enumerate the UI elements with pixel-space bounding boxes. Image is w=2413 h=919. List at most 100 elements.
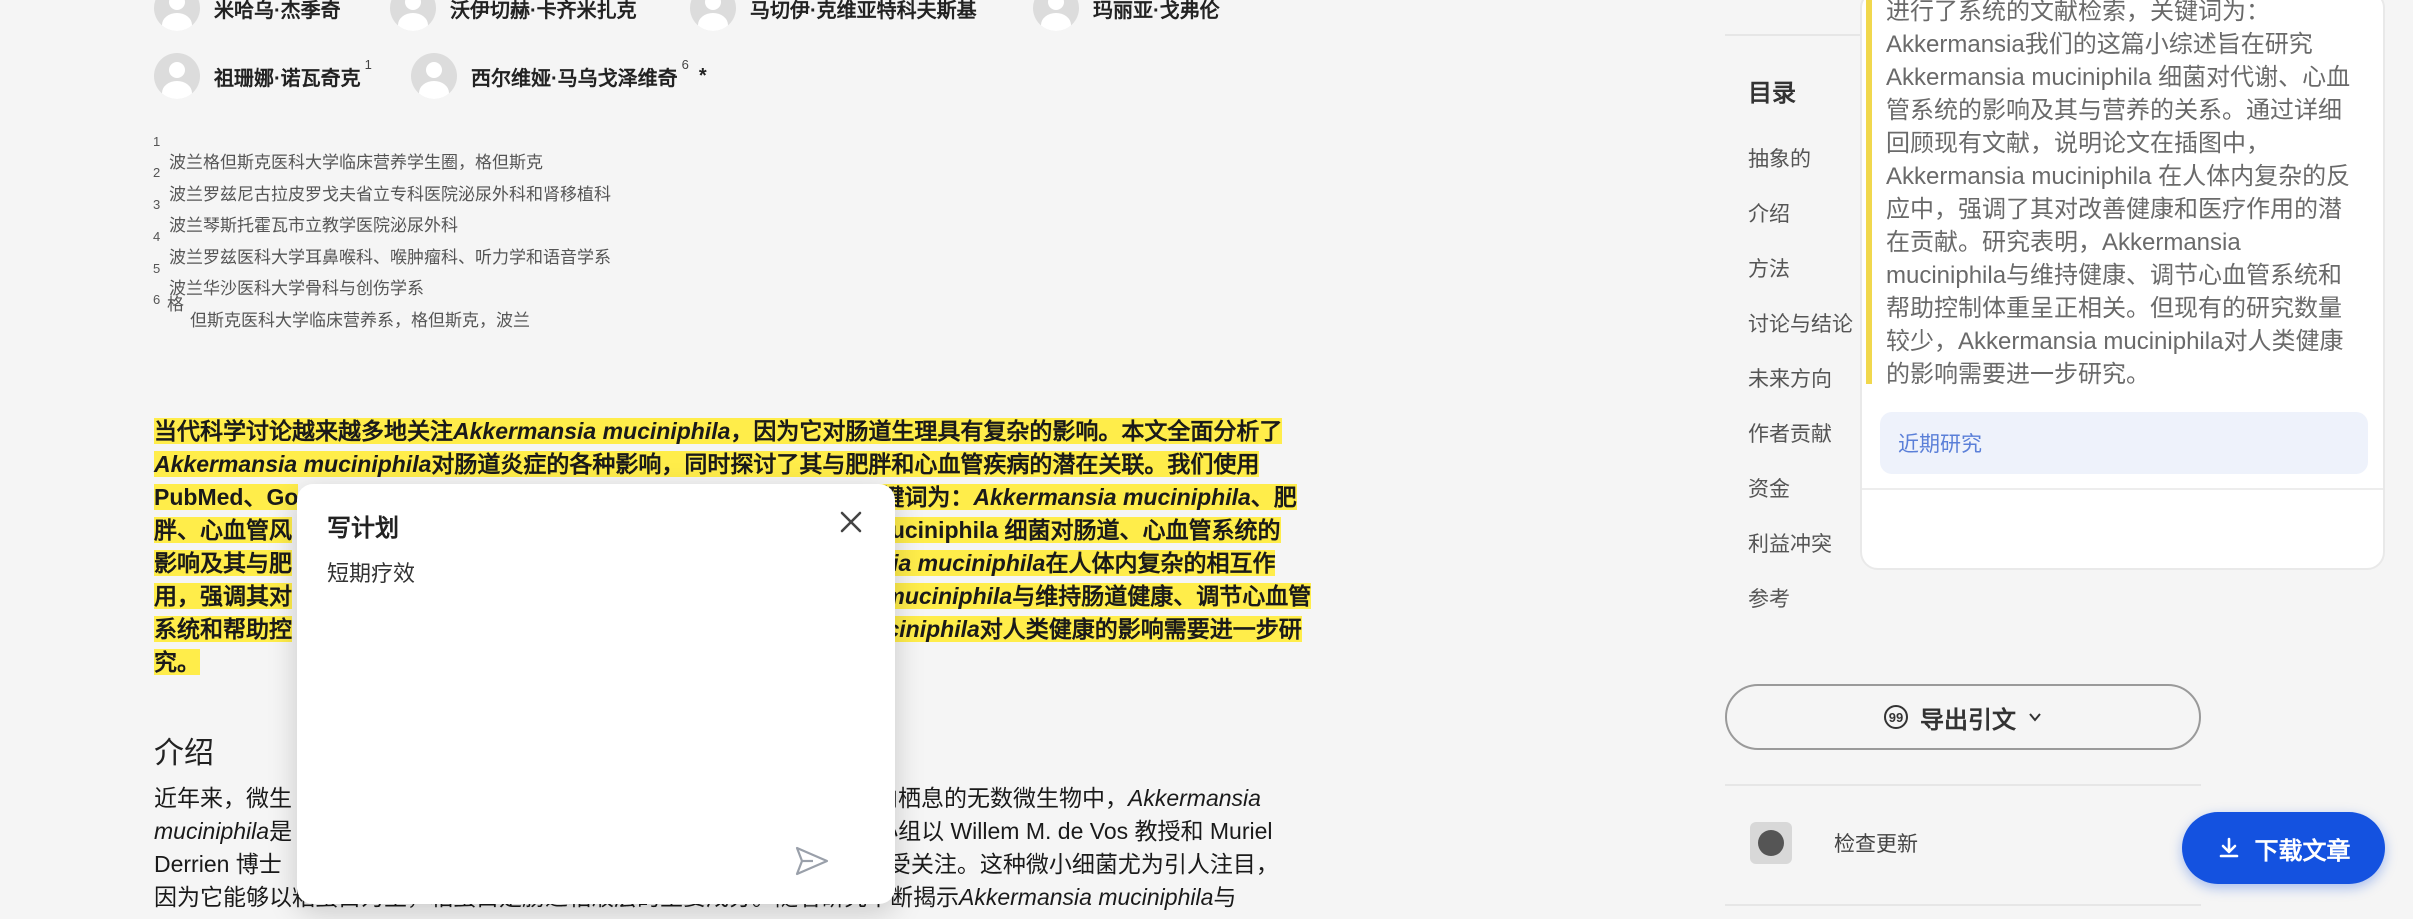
author-3[interactable]: 马切伊·克维亚特科夫斯基 [690,0,977,33]
toc-item-future-directions[interactable]: 未来方向 [1748,363,1832,393]
affiliation-number: 4 [153,229,161,244]
affiliation: 但斯克医科大学临床营养系，格但斯克，波兰 [190,311,530,330]
text-span: 与 [1213,884,1237,910]
avatar [1033,0,1079,31]
summary-line: 回顾现有文献，说明论文在插图中， [1886,130,2270,157]
author-1[interactable]: 米哈乌·杰季奇 [154,0,341,33]
affiliation: 波兰罗兹尼古拉皮罗戈夫省立专科医院泌尿外科和肾移植科 [169,185,611,204]
author-affiliation-sup: 1 [364,56,372,72]
quote-icon: 99 [1884,705,1908,729]
text-span: 是 [269,818,293,844]
ai-summary-card: 进行了系统的文献检索，关键词为： Akkermansia我们的这篇小综述旨在研究 A… [1860,0,2385,570]
toc-title: 目录 [1748,80,1796,107]
text-span: 对肠道炎症的各种影响，同时探讨了其与肥胖和心血管疾病的潜在关联。我们使用 [431,451,1260,477]
divider [1725,904,2201,906]
author-name: 玛丽亚·戈弗伦 [1093,0,1220,22]
summary-line: 在贡献。研究表明，Akkermansia [1886,229,2241,256]
affiliation-number: 1 [153,134,161,149]
affiliation: 波兰罗兹医科大学耳鼻喉科、喉肿瘤科、听力学和语音学系 [169,248,611,267]
affiliation: 格 [167,295,184,314]
text-span: Derrien 博士 [154,851,282,877]
text-span: PubMed、Go [154,484,299,510]
species-name: Akkermansia muciniphila [154,451,432,477]
check-updates-label: 检查更新 [1834,833,1918,856]
summary-line: 进行了系统的文献检索，关键词为： [1886,0,2270,25]
affiliation: 波兰格但斯克医科大学临床营养学生圈，格但斯克 [169,153,543,172]
avatar [154,0,200,31]
toc-item-discussion[interactable]: 讨论与结论 [1748,308,1853,338]
author-4[interactable]: 玛丽亚·戈弗伦 [1033,0,1220,33]
export-citation-button[interactable]: 99 导出引文 [1725,684,2201,750]
divider [1862,488,2383,490]
text-span: 与维持肠道健康、调节心血管 [1012,583,1312,609]
toc-item-author-contributions[interactable]: 作者贡献 [1748,418,1832,448]
write-plan-popup: 写计划 短期疗效 [297,484,895,904]
summary-line: 帮助控制体重呈正相关。但现有的研究数量 [1886,295,2342,322]
affiliation-number: 6 [153,292,161,307]
check-for-updates[interactable]: 检查更新 [1750,822,1918,864]
text-span: 胖、心血管风 [154,517,292,543]
avatar [690,0,736,31]
summary-line: Akkermansia muciniphila 在人体内复杂的反 [1886,163,2351,190]
text-span: 用，强调其对 [154,583,292,609]
popup-title: 写计划 [327,515,399,542]
author-2[interactable]: 沃伊切赫·卡齐米扎克 [390,0,637,33]
toc-item-introduction[interactable]: 介绍 [1748,198,1790,228]
toc-item-abstract[interactable]: 抽象的 [1748,143,1811,173]
text-span: 影响及其与肥 [154,550,292,576]
species-name: Akkermansia muciniphila [959,884,1214,910]
summary-accent-bar [1866,0,1872,384]
toc-item-references[interactable]: 参考 [1748,583,1790,613]
recent-research-button[interactable]: 近期研究 [1880,412,2368,474]
text-span: 近年来，微生 [154,785,292,811]
text-span: ，因为它对肠道生理具有复杂的影响。本文全面分析了 [730,418,1283,444]
author-5[interactable]: 祖珊娜·诺瓦奇克 1 [154,51,372,101]
author-name: 祖珊娜·诺瓦奇克 [214,67,361,90]
author-name: 西尔维娅·马乌戈泽维奇 [471,67,678,90]
text-span: 当代科学讨论越来越多地关注 [154,418,453,444]
affiliation-number: 3 [153,197,161,212]
toc-item-funding[interactable]: 资金 [1748,473,1790,503]
text-span: 在人体内复杂的相互作 [1045,550,1276,576]
author-affiliation-sup: 6 [681,56,689,72]
avatar [390,0,436,31]
send-icon[interactable] [795,846,829,876]
chevron-down-icon [2029,713,2041,722]
section-heading-introduction: 介绍 [154,737,214,770]
summary-line: Akkermansia我们的这篇小综述旨在研究 [1886,31,2313,58]
plan-input[interactable]: 短期疗效 [327,556,415,588]
export-citation-label: 导出引文 [1920,706,2016,734]
author-name: 马切伊·克维亚特科夫斯基 [750,0,977,22]
toc-item-methods[interactable]: 方法 [1748,253,1790,283]
affiliation: 波兰琴斯托霍瓦市立教学医院泌尿外科 [169,216,458,235]
text-span: 、肥 [1250,484,1297,510]
author-6[interactable]: 西尔维娅·马乌戈泽维奇 6 * [411,51,707,101]
summary-text: 进行了系统的文献检索，关键词为： Akkermansia我们的这篇小综述旨在研究 A… [1886,0,2366,391]
summary-line: muciniphila与维持健康、调节心血管系统和 [1886,262,2343,289]
text-span: 该小组以 Willem M. de Vos 教授和 Muriel [852,818,1273,844]
species-name: Akkermansia [1128,785,1261,811]
crossmark-icon [1750,822,1792,864]
species-name: Akkermansia muciniphila [453,418,731,444]
download-article-label: 下载文章 [2254,837,2351,865]
summary-line: 较少，Akkermansia muciniphila对人类健康 [1886,328,2344,355]
toc-item-conflict-of-interest[interactable]: 利益冲突 [1748,528,1832,558]
download-icon [2219,837,2238,858]
avatar [411,53,457,99]
summary-line: 的影响需要进一步研究。 [1886,361,2150,388]
text-span: 而备受关注。这种微小细菌尤为引人注目， [841,851,1279,877]
affiliation-number: 2 [153,165,161,180]
divider [1725,784,2201,786]
download-article-button[interactable]: 下载文章 [2182,812,2385,884]
summary-line: 应中，强调了其对改善健康和医疗作用的潜 [1886,196,2342,223]
text-span: 究。 [154,649,200,675]
affiliation-number: 5 [153,261,161,276]
affiliation: 波兰华沙医科大学骨科与创伤学系 [169,279,424,298]
abstract-line: Akkermansia muciniphila对肠道炎症的各种影响，同时探讨了其… [154,448,1364,481]
text-span: muciniphila 细菌对肠道、心血管系统的 [863,517,1281,543]
text-span: 对人类健康的影响需要进一步研 [979,616,1302,642]
summary-line: 管系统的影响及其与营养的关系。通过详细 [1886,97,2342,124]
author-name: 沃伊切赫·卡齐米扎克 [450,0,637,22]
close-icon[interactable] [837,508,865,536]
species-name: muciniphila [154,818,270,844]
